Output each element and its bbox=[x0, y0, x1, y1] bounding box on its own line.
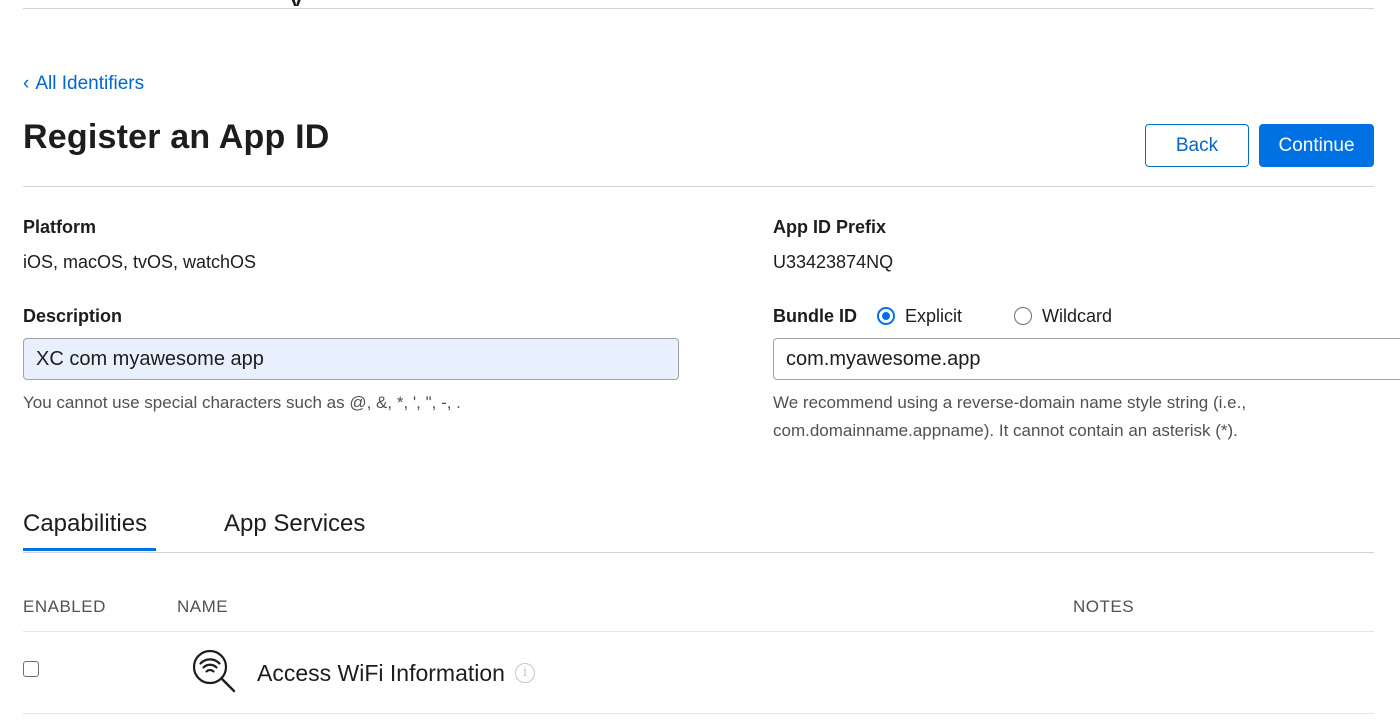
continue-button[interactable]: Continue bbox=[1259, 124, 1374, 167]
tabs-divider bbox=[23, 552, 1374, 553]
platform-value: iOS, macOS, tvOS, watchOS bbox=[23, 252, 257, 272]
bundle-id-input[interactable] bbox=[773, 338, 1400, 380]
back-button[interactable]: Back bbox=[1145, 124, 1249, 167]
column-header-notes: NOTES bbox=[1073, 597, 1135, 616]
tab-app-services[interactable]: App Services bbox=[224, 510, 365, 538]
info-icon[interactable]: i bbox=[515, 663, 535, 683]
tab-capabilities[interactable]: Capabilities bbox=[23, 510, 147, 538]
app-id-prefix-label: App ID Prefix bbox=[773, 217, 887, 237]
chevron-left-icon: ‹ bbox=[23, 73, 30, 94]
description-label: Description bbox=[23, 306, 123, 326]
capability-name: Access WiFi Information bbox=[257, 660, 505, 686]
explicit-radio-label[interactable]: Explicit bbox=[905, 306, 962, 327]
breadcrumb-label: All Identifiers bbox=[35, 73, 145, 94]
wildcard-radio[interactable] bbox=[1014, 307, 1032, 325]
platform-label: Platform bbox=[23, 217, 97, 237]
wifi-search-icon bbox=[192, 649, 236, 693]
bundle-id-hint-line-2: com.domainname.appname). It cannot conta… bbox=[773, 421, 1238, 440]
table-header-divider bbox=[23, 631, 1374, 632]
page-title: Register an App ID bbox=[23, 118, 330, 156]
enable-capability-checkbox[interactable] bbox=[23, 661, 39, 677]
description-hint: You cannot use special characters such a… bbox=[23, 393, 461, 412]
description-input[interactable] bbox=[23, 338, 679, 380]
page-header-partial-text: y bbox=[290, 0, 320, 6]
table-row-divider bbox=[23, 713, 1374, 714]
bundle-id-hint-line-1: We recommend using a reverse-domain name… bbox=[773, 393, 1247, 412]
header-divider bbox=[23, 186, 1374, 187]
column-header-name: NAME bbox=[177, 597, 229, 616]
column-header-enabled: ENABLED bbox=[23, 597, 106, 616]
app-id-prefix-value: U33423874NQ bbox=[773, 252, 894, 272]
explicit-radio[interactable] bbox=[877, 307, 895, 325]
top-divider bbox=[23, 8, 1374, 9]
bundle-id-label: Bundle ID bbox=[773, 306, 857, 326]
active-tab-indicator bbox=[23, 548, 156, 551]
wildcard-radio-label[interactable]: Wildcard bbox=[1042, 306, 1112, 327]
breadcrumb-all-identifiers[interactable]: ‹ All Identifiers bbox=[23, 73, 144, 95]
